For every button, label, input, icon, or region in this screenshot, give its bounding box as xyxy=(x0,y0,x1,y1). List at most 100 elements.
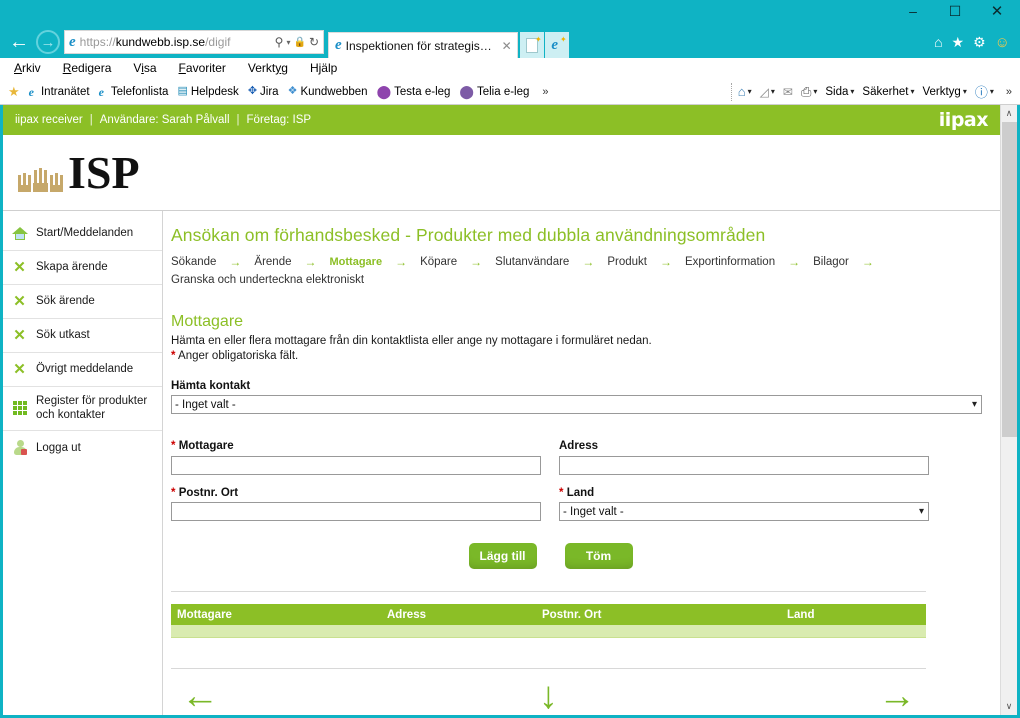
forward-button[interactable]: → xyxy=(36,30,60,54)
required-asterisk: * xyxy=(559,486,564,499)
crown-center-icon xyxy=(33,154,48,192)
cmd-verktyg-button[interactable]: Verktyg ▾ xyxy=(922,86,966,98)
sidebar-item-start-meddelanden[interactable]: Start/Meddelanden xyxy=(3,217,162,251)
adress-input[interactable] xyxy=(559,455,929,475)
recipients-table-head: Mottagare Adress Postnr. Ort Land xyxy=(171,604,926,626)
sidebar-item-sok-utkast[interactable]: ✕ Sök utkast xyxy=(3,319,162,353)
cmd-sakerhet-button[interactable]: Säkerhet ▾ xyxy=(862,86,914,98)
postnr-ort-input[interactable] xyxy=(171,502,541,522)
favorite-telefonlista[interactable]: e Telefonlista xyxy=(99,86,169,98)
menu-visa[interactable]: Visa xyxy=(133,61,156,75)
ie-mode-button[interactable]: e ✦ xyxy=(544,32,569,58)
menu-favoriter[interactable]: Favoriter xyxy=(179,61,226,75)
required-asterisk: * xyxy=(171,349,176,362)
field-adress-group: Adress xyxy=(559,440,929,475)
favorite-helpdesk[interactable]: ▤ Helpdesk xyxy=(177,86,238,98)
section-description: Hämta en eller flera mottagare från din … xyxy=(171,335,652,347)
tab-active[interactable]: e Inspektionen för strategiska... ✕ xyxy=(328,32,518,58)
clear-button[interactable]: Töm xyxy=(564,543,633,570)
scroll-up-button[interactable]: ∧ xyxy=(1001,105,1017,122)
tab-close-icon[interactable]: ✕ xyxy=(502,39,512,53)
sidebar-item-skapa-arende[interactable]: ✕ Skapa ärende xyxy=(3,251,162,285)
step-sokande[interactable]: Sökande xyxy=(171,253,216,271)
previous-step-button[interactable]: ← xyxy=(181,677,219,715)
favorite-kundwebben[interactable]: ❖ Kundwebben xyxy=(288,86,368,98)
isp-logo: ISP xyxy=(3,135,1000,210)
sidebar-item-label: Logga ut xyxy=(36,441,81,454)
cmd-home-button[interactable]: ⌂ ▾ xyxy=(738,84,752,99)
column-postnr-ort[interactable]: Postnr. Ort xyxy=(536,604,781,626)
sidebar-item-register[interactable]: Register för produkter och kontakter xyxy=(3,387,162,431)
favorites-overflow-icon[interactable]: » xyxy=(542,86,548,98)
required-asterisk: * xyxy=(171,440,176,453)
step-arrow-icon: → xyxy=(470,255,483,269)
cmd-sida-button[interactable]: Sida ▾ xyxy=(825,86,854,98)
refresh-icon[interactable]: ↻ xyxy=(309,35,319,49)
page-scrollbar[interactable]: ∧ ∨ xyxy=(1000,105,1017,715)
step-produkt[interactable]: Produkt xyxy=(607,253,647,271)
favorite-testa-eleg[interactable]: ⬤ Testa e-leg xyxy=(377,85,451,98)
scrollbar-thumb[interactable] xyxy=(1002,122,1017,437)
chevron-down-icon: ▾ xyxy=(850,87,855,96)
step-arende[interactable]: Ärende xyxy=(254,253,291,271)
feedback-smiley-icon[interactable]: ☺ xyxy=(995,35,1010,50)
browser-toolbar-icons: ⌂ ★ ⚙ ☺ xyxy=(934,35,1014,50)
next-step-button[interactable]: → xyxy=(878,677,916,715)
step-exportinformation[interactable]: Exportinformation xyxy=(685,253,775,271)
add-to-favorites-button[interactable]: ★ xyxy=(8,85,20,98)
command-bar-overflow-icon[interactable]: » xyxy=(1006,86,1012,98)
step-granska[interactable]: Granska och underteckna elektroniskt xyxy=(171,271,364,289)
favorite-telia-eleg[interactable]: ⬤ Telia e-leg xyxy=(459,85,529,98)
address-bar[interactable]: e https://kundwebb.isp.se/digif ⚲ ▾ 🔒 ↻ xyxy=(64,30,324,54)
sidebar-item-logga-ut[interactable]: Logga ut xyxy=(3,431,162,465)
column-mottagare[interactable]: Mottagare xyxy=(171,604,381,626)
chevron-down-icon: ▾ xyxy=(989,87,994,96)
scroll-down-button[interactable]: ∨ xyxy=(1001,698,1017,715)
eleg-icon: ⬤ xyxy=(376,84,392,99)
favorite-intranatet[interactable]: e Intranätet xyxy=(29,86,90,98)
field-postnr-ort-group: * Postnr. Ort xyxy=(171,487,541,522)
step-arrow-icon: → xyxy=(582,255,595,269)
maximize-button[interactable]: ☐ xyxy=(934,0,976,22)
url-host: kundwebb.isp.se xyxy=(115,35,206,49)
step-bilagor[interactable]: Bilagor xyxy=(813,253,849,271)
close-button[interactable]: ✕ xyxy=(976,0,1018,22)
chevron-down-icon[interactable]: ▾ xyxy=(286,38,290,47)
settings-gear-icon[interactable]: ⚙ xyxy=(973,35,986,49)
mottagare-input[interactable] xyxy=(171,455,541,475)
sidebar-item-sok-arende[interactable]: ✕ Sök ärende xyxy=(3,285,162,319)
column-adress[interactable]: Adress xyxy=(381,604,536,626)
search-icon[interactable]: ⚲ xyxy=(275,35,284,49)
save-draft-button[interactable]: ↓ xyxy=(539,677,558,715)
menu-redigera[interactable]: Redigera xyxy=(63,61,112,75)
new-tab-button[interactable]: ✦ xyxy=(519,32,544,58)
cmd-help-button[interactable]: ⓘ ▾ xyxy=(975,82,994,101)
favorites-star-icon[interactable]: ★ xyxy=(952,35,965,49)
home-icon[interactable]: ⌂ xyxy=(934,35,942,49)
menu-verktyg[interactable]: Verktyg xyxy=(248,61,288,75)
step-slutanvandare[interactable]: Slutanvändare xyxy=(495,253,569,271)
favorite-jira[interactable]: ✥ Jira xyxy=(248,86,279,98)
sidebar-item-ovrigt-meddelande[interactable]: ✕ Övrigt meddelande xyxy=(3,353,162,387)
menu-arkiv[interactable]: Arkiv xyxy=(14,61,41,75)
cmd-mail-button[interactable]: ✉ xyxy=(783,85,793,99)
add-button[interactable]: Lägg till xyxy=(468,543,537,570)
back-button[interactable]: ← xyxy=(4,27,34,57)
land-select[interactable]: - Inget valt - xyxy=(559,502,929,522)
contact-picker-select[interactable]: - Inget valt - xyxy=(171,395,982,415)
x-mark-icon: ✕ xyxy=(13,293,26,310)
cmd-print-button[interactable]: ⎙ ▾ xyxy=(801,84,817,100)
step-mottagare[interactable]: Mottagare xyxy=(330,253,383,271)
ie-mode-icon: e xyxy=(551,36,559,53)
step-kopare[interactable]: Köpare xyxy=(420,253,457,271)
cmd-feeds-button[interactable]: ◿ ▾ xyxy=(760,85,775,99)
ie-icon: e xyxy=(28,84,34,99)
minimize-button[interactable]: – xyxy=(892,0,934,22)
cmd-verktyg-label: Verktyg xyxy=(922,85,961,98)
column-land[interactable]: Land xyxy=(781,604,926,626)
header-separator-1: | xyxy=(89,114,93,126)
field-adress-label: Adress xyxy=(559,440,929,452)
recipients-table: Mottagare Adress Postnr. Ort Land xyxy=(171,604,926,638)
web-page: iipax receiver | Användare: Sarah Pålval… xyxy=(3,105,1000,715)
menu-hjalp[interactable]: Hjälp xyxy=(310,61,337,75)
